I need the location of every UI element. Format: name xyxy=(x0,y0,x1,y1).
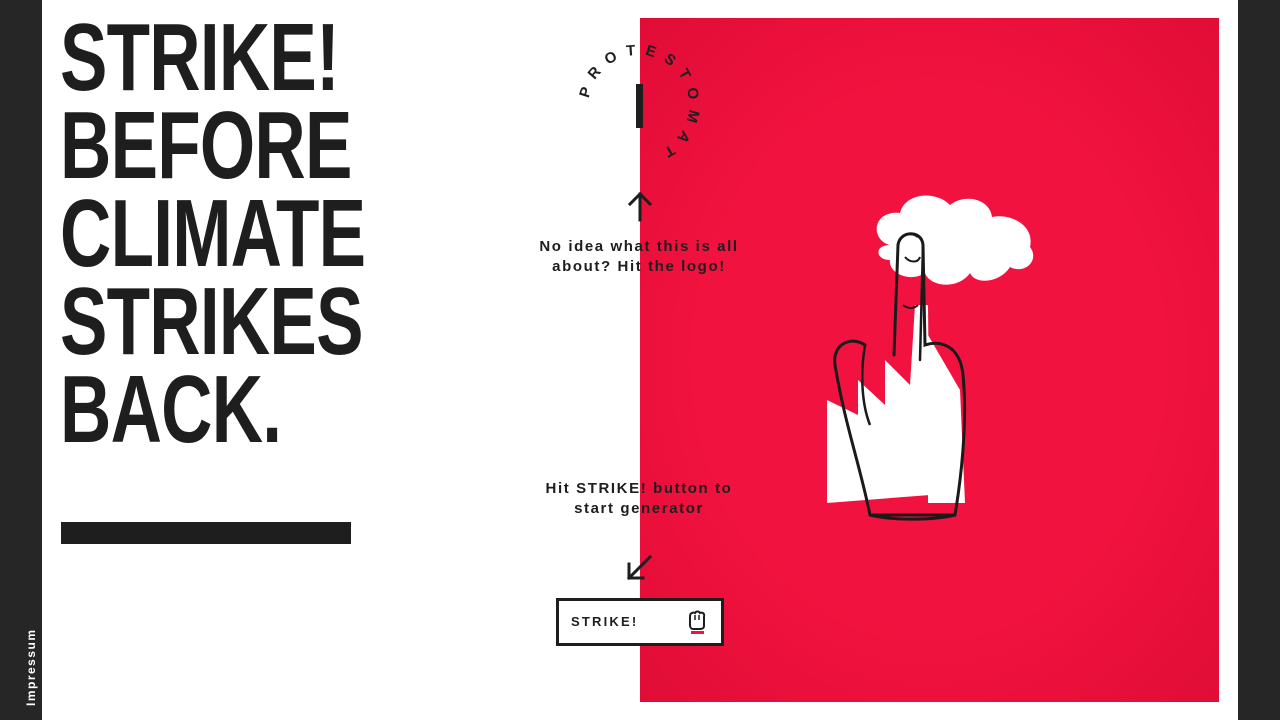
arrow-down-left-icon xyxy=(626,554,653,581)
arrow-up-icon xyxy=(627,191,653,222)
headline-underline-bar xyxy=(61,522,351,544)
strike-hint-text: Hit STRIKE! button to start generator xyxy=(545,480,733,517)
headline-line: BACK. xyxy=(60,356,282,463)
impressum-link[interactable]: Impressum xyxy=(24,628,38,706)
headline-line: STRIKES xyxy=(60,268,363,375)
headline: STRIKE! BEFORE CLIMATE STRIKES BACK. xyxy=(60,4,366,463)
protestomat-logo[interactable]: PROTESTOMAT xyxy=(574,40,704,170)
logo-hint-text: No idea what this is all about? Hit the … xyxy=(539,238,739,275)
left-sidebar: Impressum xyxy=(0,0,42,720)
headline-line: CLIMATE xyxy=(60,180,366,287)
strike-button[interactable]: STRIKE! xyxy=(556,598,724,646)
factory-finger-illustration xyxy=(827,195,1034,521)
strike-button-label: STRIKE! xyxy=(571,614,639,629)
right-sidebar xyxy=(1238,0,1280,720)
headline-line: BEFORE xyxy=(60,92,352,199)
fist-icon xyxy=(689,610,706,634)
headline-line: STRIKE! xyxy=(60,4,340,111)
